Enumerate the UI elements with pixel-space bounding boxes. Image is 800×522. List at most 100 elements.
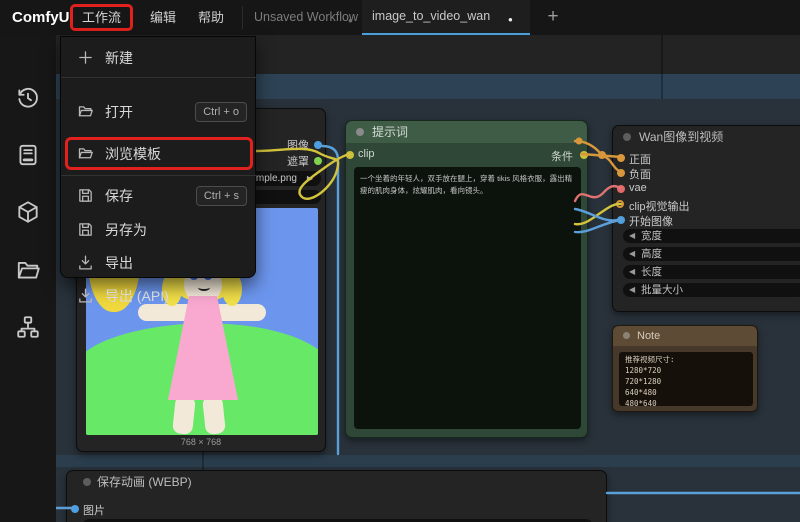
canvas-blue-band-bottom (56, 455, 800, 467)
positive-input-dot[interactable] (617, 154, 625, 162)
menu-item-save[interactable]: 保存 Ctrl + s (61, 181, 257, 211)
wan-node-header[interactable]: Wan图像到视频 (613, 126, 800, 148)
unsaved-dot-icon: ● (348, 16, 353, 25)
positive-input-label: 正面 (629, 154, 651, 166)
download-icon (77, 254, 94, 271)
save-icon (77, 187, 94, 204)
cond-output-dot[interactable] (580, 151, 588, 159)
menu-item-label: 另存为 (105, 222, 147, 238)
clipvision-input-dot[interactable] (616, 200, 624, 208)
menu-item-export-api[interactable]: 导出 (API) (61, 281, 257, 311)
batch-size-widget-label: 批量大小 (641, 284, 683, 296)
collapse-dot-icon[interactable] (623, 332, 630, 339)
menu-divider (61, 77, 257, 78)
new-tab-button[interactable]: + (540, 0, 566, 35)
queue-history-icon[interactable] (15, 85, 41, 111)
combo-next-icon[interactable]: ▶ (307, 171, 313, 186)
tab-image-to-video-wan[interactable]: image_to_video_wan ● (362, 0, 530, 35)
vae-input-dot[interactable] (617, 185, 625, 193)
tab-label: image_to_video_wan (372, 9, 491, 23)
image-size-label: 768 × 768 (180, 437, 222, 447)
startimage-input-label: 开始图像 (629, 216, 673, 228)
left-sidebar (0, 35, 56, 522)
batch-size-widget[interactable]: ◀ 批量大小 (623, 283, 800, 297)
app-logo: ComfyUI (12, 9, 74, 26)
length-widget-label: 长度 (641, 266, 662, 278)
plus-icon (77, 49, 94, 66)
node-wan-image-to-video[interactable]: Wan图像到视频 正面 负面 vae clip视觉输出 开始图像 ◀ 宽度 ◀ … (612, 125, 800, 312)
tab-unsaved-workflow[interactable]: Unsaved Workflow ● (244, 0, 360, 35)
width-widget-label: 宽度 (641, 230, 662, 242)
menu-item-browse-templates[interactable]: 浏览模板 (61, 139, 257, 169)
canvas-grid-line (661, 35, 663, 99)
shortcut-chip: Ctrl + o (195, 102, 247, 122)
negative-input-label: 负面 (629, 169, 651, 181)
menu-help[interactable]: 帮助 (198, 0, 224, 35)
highlight-box-workflow: 工作流 (70, 4, 134, 31)
output-mask-label: 遮罩 (287, 156, 309, 168)
menu-item-label: 保存 (105, 188, 133, 204)
images-input-dot[interactable] (71, 505, 79, 513)
webp-node-title: 保存动画 (WEBP) (97, 475, 192, 489)
collapse-dot-icon[interactable] (623, 133, 631, 141)
collapse-dot-icon[interactable] (83, 478, 91, 486)
menu-workflow[interactable]: 工作流 (82, 10, 121, 25)
decrement-icon[interactable]: ◀ (629, 283, 635, 297)
length-widget[interactable]: ◀ 长度 (623, 265, 800, 279)
menu-item-new[interactable]: 新建 (61, 43, 257, 73)
negative-input-dot[interactable] (617, 169, 625, 177)
note-textarea[interactable]: 推荐视频尺寸: 1280*720 720*1280 640*480 480*64… (619, 352, 753, 408)
menu-item-save-as[interactable]: 另存为 (61, 215, 257, 245)
drawing-leg (172, 395, 196, 435)
cond-output-label: 条件 (551, 151, 573, 163)
save-icon (77, 221, 94, 238)
clip-input-label: clip (358, 148, 375, 160)
menu-item-label: 打开 (105, 104, 133, 120)
menu-item-label: 导出 (105, 255, 133, 271)
output-image-dot[interactable] (314, 141, 322, 149)
menu-edit[interactable]: 编辑 (150, 0, 176, 35)
node-prompt[interactable]: 提示词 clip 条件 一个坐着的年轻人，双手放在腿上，穿着 tikis 风格衣… (345, 120, 588, 438)
prompt-textarea[interactable]: 一个坐着的年轻人，双手放在腿上，穿着 tikis 风格衣服，露出精瘦的肌肉身体，… (354, 167, 581, 429)
clipvision-input-label: clip视觉输出 (629, 201, 690, 213)
prompt-node-header[interactable]: 提示词 (346, 121, 587, 143)
decrement-icon[interactable]: ◀ (629, 265, 635, 279)
node-map-icon[interactable] (15, 314, 41, 340)
note-node-title: Note (637, 330, 661, 342)
workflow-dropdown-menu: 新建 打开 Ctrl + o 浏览模板 保存 Ctrl + s 另存为 导出 导… (60, 36, 257, 304)
output-image-label: 图像 (287, 140, 309, 152)
wan-node-title: Wan图像到视频 (639, 130, 724, 144)
menu-item-label: 导出 (API) (105, 288, 169, 304)
canvas-grid-line (202, 450, 204, 472)
node-note[interactable]: Note 推荐视频尺寸: 1280*720 720*1280 640*480 4… (612, 325, 758, 412)
folder-open-icon (77, 103, 94, 120)
unsaved-dot-icon: ● (508, 15, 513, 24)
prompt-node-title: 提示词 (372, 125, 409, 139)
workflows-icon[interactable] (15, 257, 41, 283)
shortcut-chip: Ctrl + s (195, 186, 247, 206)
output-mask-dot[interactable] (314, 157, 322, 165)
tab-separator (242, 6, 243, 29)
folder-open-icon (77, 145, 94, 162)
vae-input-label: vae (629, 182, 647, 194)
menu-item-open[interactable]: 打开 Ctrl + o (61, 97, 257, 127)
width-widget[interactable]: ◀ 宽度 (623, 229, 800, 243)
startimage-input-dot[interactable] (617, 216, 625, 224)
menu-item-export[interactable]: 导出 (61, 248, 257, 278)
decrement-icon[interactable]: ◀ (629, 247, 635, 261)
node-save-animated-webp[interactable]: 保存动画 (WEBP) 图片 (66, 470, 607, 522)
note-node-header[interactable]: Note (613, 326, 757, 346)
webp-node-header[interactable]: 保存动画 (WEBP) (67, 471, 606, 493)
decrement-icon[interactable]: ◀ (629, 229, 635, 243)
menu-item-label: 浏览模板 (105, 146, 161, 162)
tab-label: Unsaved Workflow (254, 10, 358, 24)
height-widget-label: 高度 (641, 248, 662, 260)
clip-input-dot[interactable] (346, 151, 354, 159)
comfyui-app: 图像 遮罩 example.png ▶ 768 × 768 提示词 clip 条… (0, 0, 800, 522)
collapse-dot-icon[interactable] (356, 128, 364, 136)
images-input-label: 图片 (83, 505, 105, 517)
model-library-icon[interactable] (15, 199, 41, 225)
height-widget[interactable]: ◀ 高度 (623, 247, 800, 261)
top-menubar: ComfyUI 工作流 编辑 帮助 Unsaved Workflow ● ima… (0, 0, 800, 35)
node-library-icon[interactable] (15, 142, 41, 168)
